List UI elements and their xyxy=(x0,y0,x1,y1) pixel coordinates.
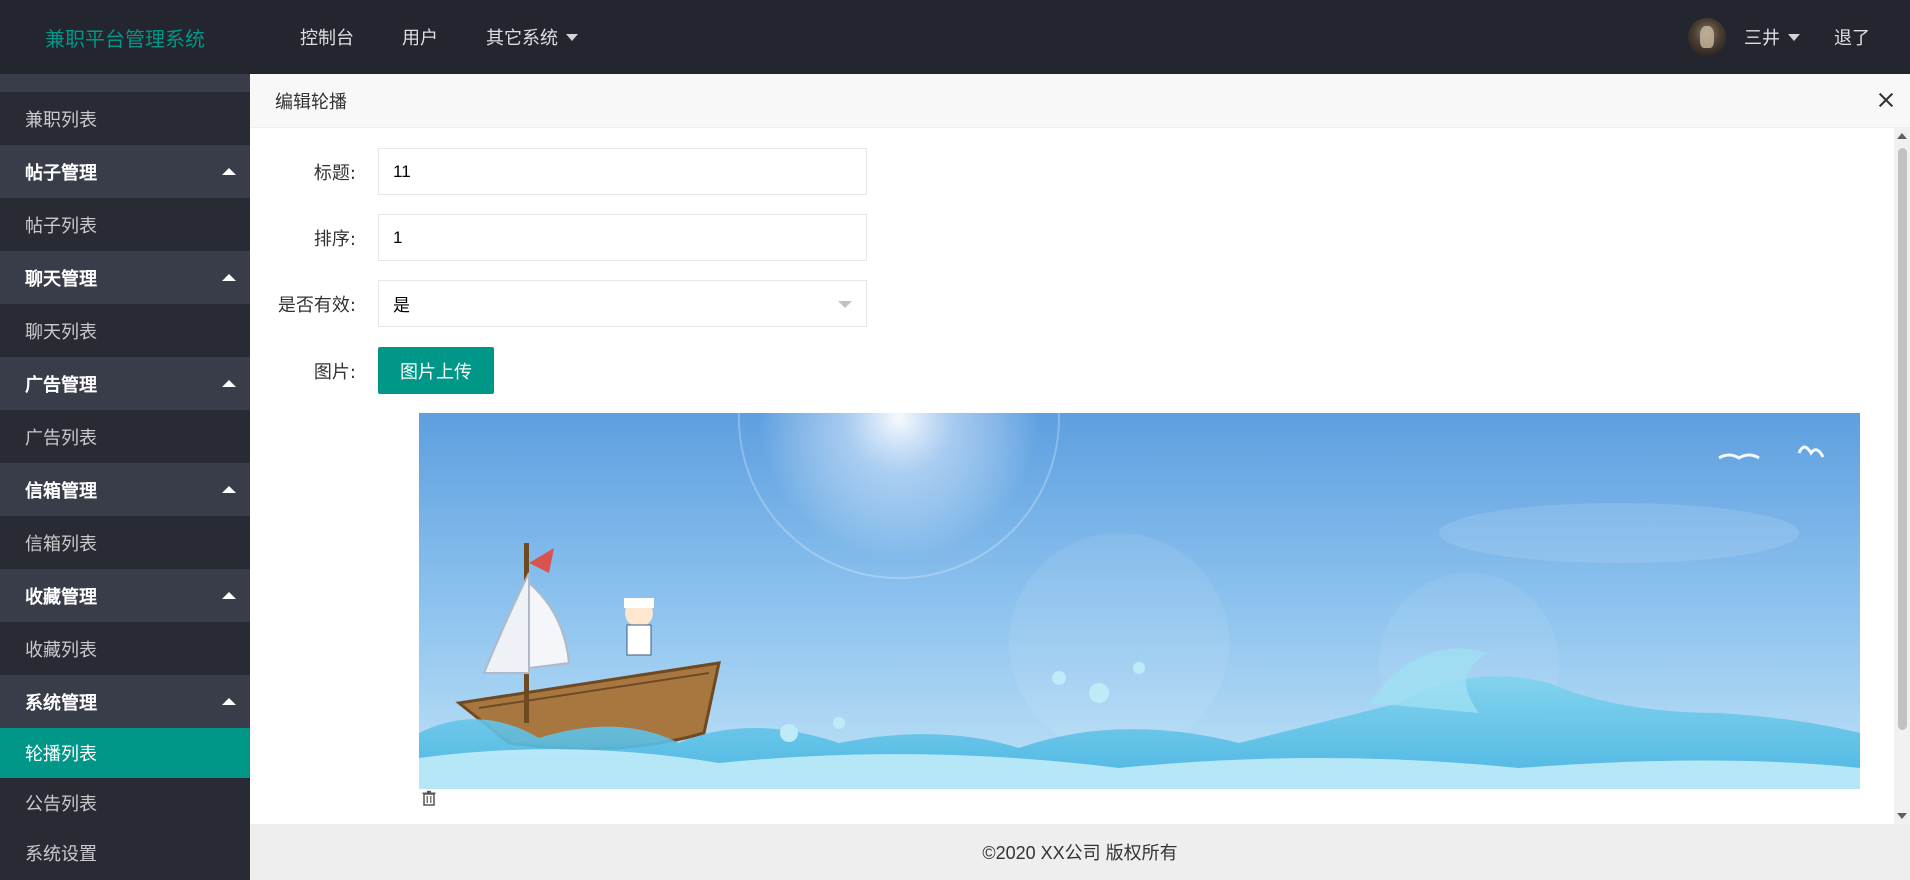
valid-select-value: 是 xyxy=(393,296,410,315)
footer-copyright: ©2020 XX公司 版权所有 xyxy=(982,843,1178,863)
chevron-down-icon xyxy=(838,301,852,308)
sidebar-group-system[interactable]: 系统管理 xyxy=(0,675,250,728)
chevron-up-icon xyxy=(222,592,236,599)
scroll-up-arrow-icon[interactable] xyxy=(1897,133,1907,139)
nav-users-label: 用户 xyxy=(402,28,438,49)
dialog-header: 编辑轮播 xyxy=(250,74,1910,128)
top-nav: 控制台 用户 其它系统 xyxy=(276,0,602,74)
footer: ©2020 XX公司 版权所有 xyxy=(250,824,1910,880)
sort-input[interactable]: 1 xyxy=(378,214,867,261)
sidebar-item-ad-list[interactable]: 广告列表 xyxy=(0,410,250,463)
image-preview xyxy=(419,413,1860,789)
sidebar-group-label: 聊天管理 xyxy=(25,268,97,290)
chevron-up-icon xyxy=(222,698,236,705)
form-row-sort: 排序: 1 xyxy=(250,214,867,261)
upload-image-button[interactable]: 图片上传 xyxy=(378,347,494,394)
chevron-up-icon xyxy=(222,486,236,493)
avatar[interactable] xyxy=(1688,18,1726,56)
sidebar-item-favorites-list[interactable]: 收藏列表 xyxy=(0,622,250,675)
trash-icon[interactable] xyxy=(421,790,437,806)
nav-console-label: 控制台 xyxy=(300,28,354,49)
sidebar-item-system-settings[interactable]: 系统设置 xyxy=(0,828,250,878)
carousel-image xyxy=(419,413,1860,789)
nav-console[interactable]: 控制台 xyxy=(276,0,378,74)
close-icon[interactable] xyxy=(1874,88,1898,112)
sidebar-item-mailbox-list[interactable]: 信箱列表 xyxy=(0,516,250,569)
sidebar-group-posts[interactable]: 帖子管理 xyxy=(0,145,250,198)
chevron-up-icon xyxy=(222,274,236,281)
sidebar-group-label: 收藏管理 xyxy=(25,586,97,608)
nav-other-systems-label: 其它系统 xyxy=(486,28,558,49)
sidebar-group-chat[interactable]: 聊天管理 xyxy=(0,251,250,304)
sidebar-divider xyxy=(0,74,250,92)
chevron-up-icon xyxy=(222,168,236,175)
sidebar-group-favorites[interactable]: 收藏管理 xyxy=(0,569,250,622)
sidebar-item-carousel-list[interactable]: 轮播列表 xyxy=(0,728,250,778)
scroll-down-arrow-icon[interactable] xyxy=(1897,813,1907,819)
sidebar-group-label: 帖子管理 xyxy=(25,162,97,184)
sidebar-group-label: 系统管理 xyxy=(25,692,97,714)
sidebar-group-ads[interactable]: 广告管理 xyxy=(0,357,250,410)
logout-link[interactable]: 退了 xyxy=(1834,24,1870,50)
form-row-title: 标题: 11 xyxy=(250,148,867,195)
app-logo[interactable]: 兼职平台管理系统 xyxy=(0,0,250,74)
image-label: 图片: xyxy=(313,361,356,383)
nav-users[interactable]: 用户 xyxy=(378,0,462,74)
sidebar: 兼职列表 帖子管理 帖子列表 聊天管理 聊天列表 广告管理 广告列表 信箱管理 … xyxy=(0,74,250,880)
chevron-down-icon xyxy=(1788,33,1800,41)
scroll-thumb[interactable] xyxy=(1898,148,1907,730)
chevron-up-icon xyxy=(222,380,236,387)
title-label: 标题: xyxy=(313,162,356,184)
sidebar-group-label: 广告管理 xyxy=(25,374,97,396)
sidebar-group-label: 信箱管理 xyxy=(25,480,97,502)
nav-other-systems[interactable]: 其它系统 xyxy=(462,0,602,74)
form-row-image: 图片: 图片上传 xyxy=(250,347,494,394)
user-menu[interactable]: 三井 xyxy=(1744,24,1800,50)
sort-label: 排序: xyxy=(313,228,356,250)
edit-carousel-dialog: 编辑轮播 标题: 11 排序: 1 是否有效: 是 图片: 图片上传 xyxy=(250,74,1910,824)
sidebar-group-mailbox[interactable]: 信箱管理 xyxy=(0,463,250,516)
user-name: 三井 xyxy=(1744,28,1780,49)
top-header: 兼职平台管理系统 控制台 用户 其它系统 三井 退了 xyxy=(0,0,1910,74)
form-row-valid: 是否有效: 是 xyxy=(250,280,867,327)
valid-select[interactable]: 是 xyxy=(378,280,867,327)
sidebar-item-notice-list[interactable]: 公告列表 xyxy=(0,778,250,828)
sidebar-item-chat-list[interactable]: 聊天列表 xyxy=(0,304,250,357)
dialog-title: 编辑轮播 xyxy=(275,91,347,113)
title-input[interactable]: 11 xyxy=(378,148,867,195)
chevron-down-icon xyxy=(566,33,578,41)
sidebar-item-parttime-list[interactable]: 兼职列表 xyxy=(0,92,250,145)
valid-label: 是否有效: xyxy=(277,294,356,316)
user-area: 三井 退了 xyxy=(1688,0,1910,74)
sidebar-item-post-list[interactable]: 帖子列表 xyxy=(0,198,250,251)
vertical-scrollbar[interactable] xyxy=(1894,128,1910,824)
